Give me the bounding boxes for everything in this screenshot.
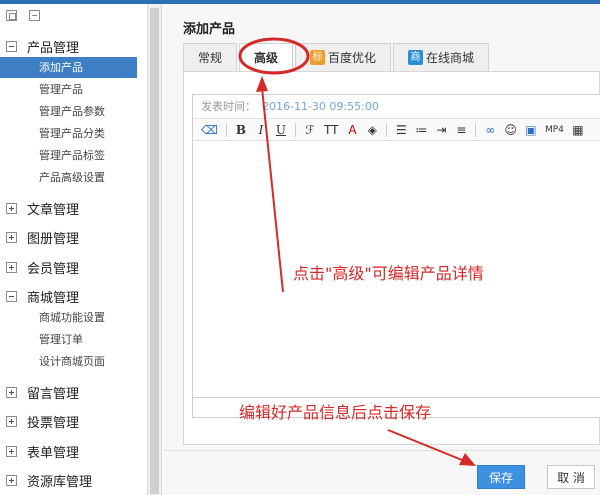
justify-icon[interactable]: ≡ xyxy=(455,123,467,137)
sidebar-group-label: 商城管理 xyxy=(27,290,80,306)
underline-button[interactable]: U xyxy=(275,123,287,137)
expand-icon[interactable] xyxy=(6,474,17,486)
page-title: 添加产品 xyxy=(183,22,236,37)
publish-time-label: 发表时间： xyxy=(201,100,256,113)
tab-bar: 常规 高级 标百度优化 商在线商城 xyxy=(183,43,491,72)
scrollbar-thumb[interactable] xyxy=(150,8,159,494)
sidebar-item-design-shop-page[interactable]: 设计商城页面 xyxy=(0,351,137,372)
sidebar-group-shop[interactable]: 商城管理 xyxy=(6,286,79,306)
tab-panel: 发表时间： 2016-11-30 09:55:00 ⌫ B I U ℱ TT A … xyxy=(183,71,600,445)
font-color-button[interactable]: A xyxy=(346,123,358,137)
font-family-icon[interactable]: ℱ xyxy=(304,123,316,137)
sidebar-item-product-categories[interactable]: 管理产品分类 xyxy=(0,123,137,144)
sidebar-group-label: 资源库管理 xyxy=(27,474,93,490)
editor-toolbar: ⌫ B I U ℱ TT A ◈ ☰ ≔ ⇥ ≡ ∞ ☺ ▣ MP4 ▦ xyxy=(193,119,600,141)
sidebar-group-forms[interactable]: 表单管理 xyxy=(6,441,79,461)
collapse-all-icon[interactable] xyxy=(28,10,40,21)
save-button[interactable]: 保存 xyxy=(477,465,525,489)
expand-icon[interactable] xyxy=(6,231,17,243)
sidebar-item-manage-products[interactable]: 管理产品 xyxy=(0,79,137,100)
image-icon[interactable]: ▣ xyxy=(525,123,537,137)
expand-icon[interactable] xyxy=(6,386,17,398)
sidebar-item-product-params[interactable]: 管理产品参数 xyxy=(0,101,137,122)
sidebar-group-label: 文章管理 xyxy=(27,202,80,218)
indent-icon[interactable]: ⇥ xyxy=(435,123,447,137)
rich-text-editor: 发表时间： 2016-11-30 09:55:00 ⌫ B I U ℱ TT A … xyxy=(192,94,600,398)
expand-icon[interactable] xyxy=(6,415,17,427)
publish-time-input[interactable]: 2016-11-30 09:55:00 xyxy=(262,100,379,113)
video-button[interactable]: MP4 xyxy=(545,125,564,135)
collapse-icon[interactable] xyxy=(6,40,17,52)
toolbar-divider xyxy=(294,122,296,137)
tab-baidu-seo[interactable]: 标百度优化 xyxy=(295,43,392,71)
bold-button[interactable]: B xyxy=(235,123,247,137)
seo-icon: 标 xyxy=(310,50,326,65)
eraser-icon[interactable]: ⌫ xyxy=(201,123,218,137)
highlight-color-icon[interactable]: ◈ xyxy=(366,123,378,137)
annotation-tip-advanced: 点击"高级"可编辑产品详情 xyxy=(293,264,484,283)
sidebar: 产品管理 添加产品 管理产品 管理产品参数 管理产品分类 管理产品标签 产品高级… xyxy=(0,4,148,495)
tab-label: 高级 xyxy=(254,51,279,65)
sidebar-group-label: 表单管理 xyxy=(27,445,80,461)
italic-button[interactable]: I xyxy=(255,123,267,137)
table-icon[interactable]: ▦ xyxy=(572,123,584,137)
toolbar-divider xyxy=(225,122,227,137)
sidebar-group-resources[interactable]: 资源库管理 xyxy=(6,470,92,490)
expand-icon[interactable] xyxy=(6,261,17,273)
collapse-icon[interactable] xyxy=(6,290,17,302)
sidebar-group-members[interactable]: 会员管理 xyxy=(6,257,79,277)
sidebar-item-shop-settings[interactable]: 商城功能设置 xyxy=(0,307,137,328)
sidebar-group-label: 图册管理 xyxy=(27,231,80,247)
font-size-button[interactable]: TT xyxy=(324,123,338,137)
sidebar-group-albums[interactable]: 图册管理 xyxy=(6,227,79,247)
unordered-list-icon[interactable]: ≔ xyxy=(415,123,427,137)
sidebar-group-messages[interactable]: 留言管理 xyxy=(6,382,79,402)
sidebar-item-add-product[interactable]: 添加产品 xyxy=(0,57,137,78)
sidebar-item-manage-orders[interactable]: 管理订单 xyxy=(0,329,137,350)
form-footer: 保存 取 消 xyxy=(163,450,600,495)
sidebar-group-label: 会员管理 xyxy=(27,261,80,277)
sidebar-group-votes[interactable]: 投票管理 xyxy=(6,411,79,431)
tab-general[interactable]: 常规 xyxy=(183,43,238,71)
sidebar-toolbar xyxy=(0,4,147,28)
cancel-button[interactable]: 取 消 xyxy=(547,465,595,489)
ordered-list-icon[interactable]: ☰ xyxy=(395,123,407,137)
sidebar-group-products[interactable]: 产品管理 xyxy=(6,36,79,56)
tab-online-shop[interactable]: 商在线商城 xyxy=(393,43,490,71)
sidebar-group-label: 投票管理 xyxy=(27,415,80,431)
expand-icon[interactable] xyxy=(6,445,17,457)
tab-label: 百度优化 xyxy=(328,50,377,65)
annotation-tip-save: 编辑好产品信息后点击保存 xyxy=(239,403,432,422)
sidebar-item-product-tags[interactable]: 管理产品标签 xyxy=(0,145,137,166)
sidebar-scrollbar[interactable] xyxy=(148,4,162,495)
tab-label: 常规 xyxy=(198,50,223,65)
expand-all-icon[interactable] xyxy=(6,10,17,21)
toolbar-divider xyxy=(386,122,388,137)
emoticon-icon[interactable]: ☺ xyxy=(504,123,517,137)
sidebar-group-label: 留言管理 xyxy=(27,386,80,402)
tab-advanced[interactable]: 高级 xyxy=(239,43,294,72)
link-icon[interactable]: ∞ xyxy=(484,123,496,137)
sidebar-group-articles[interactable]: 文章管理 xyxy=(6,198,79,218)
shop-icon: 商 xyxy=(408,50,424,65)
tab-label: 在线商城 xyxy=(426,50,475,65)
sidebar-group-label: 产品管理 xyxy=(27,40,80,56)
sidebar-item-product-advanced-settings[interactable]: 产品高级设置 xyxy=(0,167,137,188)
publish-time-row: 发表时间： 2016-11-30 09:55:00 xyxy=(193,95,600,119)
expand-icon[interactable] xyxy=(6,202,17,214)
toolbar-divider xyxy=(475,122,477,137)
